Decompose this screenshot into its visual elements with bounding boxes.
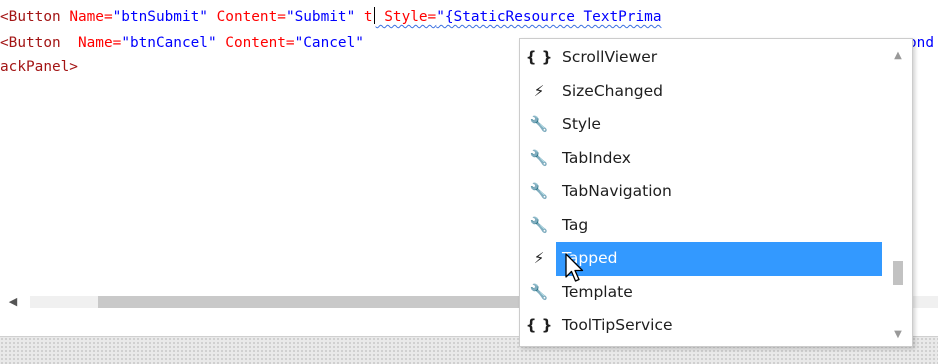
mouse-pointer-icon xyxy=(565,253,584,282)
completion-label: Style xyxy=(562,115,601,133)
wrench-icon: 🔧 xyxy=(529,182,549,200)
completion-label: TabIndex xyxy=(562,148,631,167)
style-attribute: Style= xyxy=(375,9,437,25)
completion-list[interactable]: { } ScrollViewer ⚡ SizeChanged 🔧 Style 🔧… xyxy=(520,41,882,343)
braces-icon: { } xyxy=(525,48,553,66)
completion-label: ToolTipService xyxy=(562,316,673,334)
name-value: "btnSubmit" xyxy=(112,9,208,25)
braces-icon: { } xyxy=(525,316,553,334)
style-value: "{StaticResource TextPrima xyxy=(436,9,662,25)
event-icon: ⚡ xyxy=(533,81,545,100)
popup-scrollbar[interactable]: ▲ ▼ xyxy=(884,39,912,344)
completion-label: SizeChanged xyxy=(562,81,663,100)
completion-item-scrollviewer[interactable]: { } ScrollViewer xyxy=(520,41,882,75)
intellisense-popup[interactable]: { } ScrollViewer ⚡ SizeChanged 🔧 Style 🔧… xyxy=(519,38,913,347)
completion-label: Tag xyxy=(562,215,589,234)
wrench-icon: 🔧 xyxy=(529,148,549,167)
completion-label: TabNavigation xyxy=(562,182,672,200)
event-icon: ⚡ xyxy=(533,249,545,267)
content-value: "Submit" xyxy=(285,9,356,25)
completion-label: Tapped xyxy=(556,242,882,276)
scroll-left-icon[interactable]: ◀ xyxy=(0,293,26,311)
text-caret xyxy=(373,7,375,24)
button-tag: <Button xyxy=(0,35,61,51)
completion-item-tabindex[interactable]: 🔧 TabIndex xyxy=(520,142,882,176)
name-attribute: Name= xyxy=(60,9,113,25)
wrench-icon: 🔧 xyxy=(529,282,549,301)
code-line-2[interactable]: <Button Name="btnCancel" Content="Cancel… xyxy=(0,33,364,53)
wrench-icon: 🔧 xyxy=(529,115,549,133)
scroll-up-icon[interactable]: ▲ xyxy=(884,47,912,65)
code-line-3[interactable]: ackPanel> xyxy=(0,57,78,77)
name-attribute: Name= xyxy=(60,35,122,51)
completion-item-tabnavigation[interactable]: 🔧 TabNavigation xyxy=(520,175,882,209)
content-attribute: Content= xyxy=(216,35,295,51)
button-tag: <Button xyxy=(0,9,61,25)
closing-tag: ackPanel> xyxy=(0,59,78,75)
name-value: "btnCancel" xyxy=(121,35,217,51)
completion-item-sizechanged[interactable]: ⚡ SizeChanged xyxy=(520,75,882,109)
typed-text: t xyxy=(355,9,373,25)
content-value: "Cancel" xyxy=(294,35,364,51)
popup-scroll-thumb[interactable] xyxy=(893,261,903,285)
completion-label: ScrollViewer xyxy=(562,48,658,66)
completion-item-style[interactable]: 🔧 Style xyxy=(520,108,882,142)
scroll-thumb[interactable] xyxy=(98,296,538,308)
completion-item-tag[interactable]: 🔧 Tag xyxy=(520,209,882,243)
content-attribute: Content= xyxy=(207,9,286,25)
scroll-down-icon[interactable]: ▼ xyxy=(884,326,912,344)
completion-item-tooltipservice[interactable]: { } ToolTipService xyxy=(520,309,882,343)
code-line-1[interactable]: <Button Name="btnSubmit" Content="Submit… xyxy=(0,7,662,27)
wrench-icon: 🔧 xyxy=(529,215,549,234)
